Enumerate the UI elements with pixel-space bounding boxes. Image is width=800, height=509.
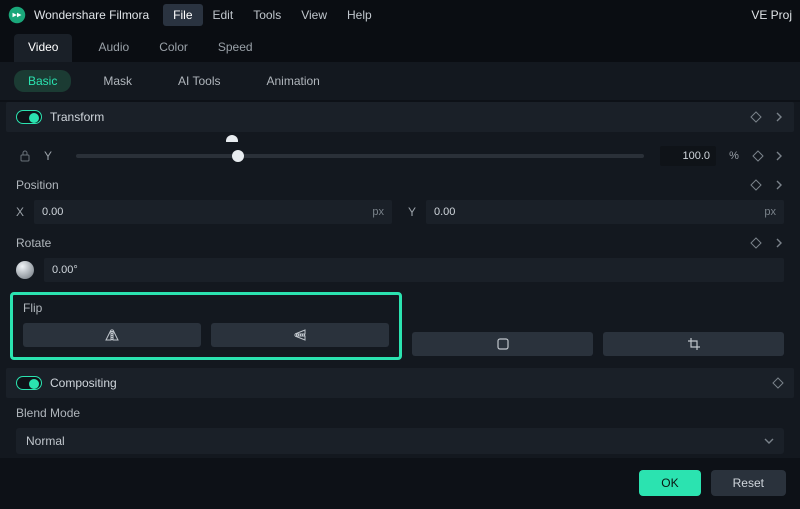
position-block: Position X 0.00px Y 0.00px <box>6 170 794 228</box>
blend-mode-label: Blend Mode <box>16 406 80 420</box>
position-y-label: Y <box>408 205 418 219</box>
transform-toggle[interactable] <box>16 110 42 124</box>
tab-color[interactable]: Color <box>155 34 192 62</box>
position-label: Position <box>16 178 59 192</box>
keyframe-icon[interactable] <box>750 111 762 123</box>
blend-mode-select[interactable]: Normal <box>16 428 784 454</box>
rotate-knob[interactable] <box>16 261 34 279</box>
compositing-toggle[interactable] <box>16 376 42 390</box>
subtab-mask[interactable]: Mask <box>89 70 146 92</box>
chevron-right-icon[interactable] <box>774 180 784 190</box>
secondary-tabs: Basic Mask AI Tools Animation <box>0 62 800 100</box>
tab-speed[interactable]: Speed <box>214 34 257 62</box>
position-x-label: X <box>16 205 26 219</box>
transform-section-header: Transform <box>6 102 794 132</box>
keyframe-icon[interactable] <box>752 150 764 162</box>
fit-button[interactable] <box>412 332 593 356</box>
content-panel: Transform Y 100.0 % Position <box>0 102 800 458</box>
rotate-label: Rotate <box>16 236 51 250</box>
crop-icon <box>687 337 701 351</box>
position-x-input[interactable]: 0.00px <box>34 200 392 224</box>
blend-mode-value: Normal <box>26 434 65 448</box>
transform-label: Transform <box>50 110 104 124</box>
chevron-down-icon <box>764 437 774 445</box>
menu-edit[interactable]: Edit <box>203 4 244 26</box>
flip-label: Flip <box>23 301 389 315</box>
lock-icon[interactable] <box>16 146 34 166</box>
reset-button[interactable]: Reset <box>711 470 786 496</box>
chevron-right-icon[interactable] <box>774 238 784 248</box>
keyframe-icon[interactable] <box>750 179 762 191</box>
scale-y-slider[interactable] <box>76 154 644 158</box>
primary-tabs: Video Audio Color Speed <box>0 30 800 62</box>
rotate-block: Rotate 0.00° <box>6 228 794 286</box>
chevron-right-icon[interactable] <box>774 151 784 161</box>
chevron-right-icon[interactable] <box>774 112 784 122</box>
compositing-section-header: Compositing <box>6 368 794 398</box>
position-y-input[interactable]: 0.00px <box>426 200 784 224</box>
tab-audio[interactable]: Audio <box>94 34 133 62</box>
subtab-aitools[interactable]: AI Tools <box>164 70 234 92</box>
menu-help[interactable]: Help <box>337 4 382 26</box>
app-name: Wondershare Filmora <box>34 8 149 22</box>
footer: OK Reset <box>0 458 800 508</box>
rotate-input[interactable]: 0.00° <box>44 258 784 282</box>
compositing-label: Compositing <box>50 376 117 390</box>
menu-view[interactable]: View <box>291 4 337 26</box>
crop-button[interactable] <box>603 332 784 356</box>
keyframe-icon[interactable] <box>772 377 784 389</box>
project-name: VE Proj <box>751 8 792 22</box>
flip-row: Flip <box>6 286 794 366</box>
mirror-horizontal-icon <box>104 328 120 342</box>
blend-mode-block: Blend Mode Normal <box>6 398 794 458</box>
ok-button[interactable]: OK <box>639 470 700 496</box>
scale-y-value[interactable]: 100.0 <box>660 146 716 166</box>
menu-file[interactable]: File <box>163 4 202 26</box>
flip-vertical-button[interactable] <box>211 323 389 347</box>
titlebar: Wondershare Filmora File Edit Tools View… <box>0 0 800 30</box>
keyframe-icon[interactable] <box>750 237 762 249</box>
flip-highlight-box: Flip <box>10 292 402 360</box>
subtab-basic[interactable]: Basic <box>14 70 71 92</box>
menu-tools[interactable]: Tools <box>243 4 291 26</box>
flip-horizontal-button[interactable] <box>23 323 201 347</box>
subtab-animation[interactable]: Animation <box>252 70 333 92</box>
square-icon <box>496 337 510 351</box>
scale-y-row: Y 100.0 % <box>6 142 794 170</box>
scale-y-unit: % <box>726 150 742 162</box>
tab-video[interactable]: Video <box>14 34 72 62</box>
scale-y-label: Y <box>44 149 60 163</box>
app-logo-icon <box>8 6 26 24</box>
mirror-vertical-icon <box>292 328 308 342</box>
